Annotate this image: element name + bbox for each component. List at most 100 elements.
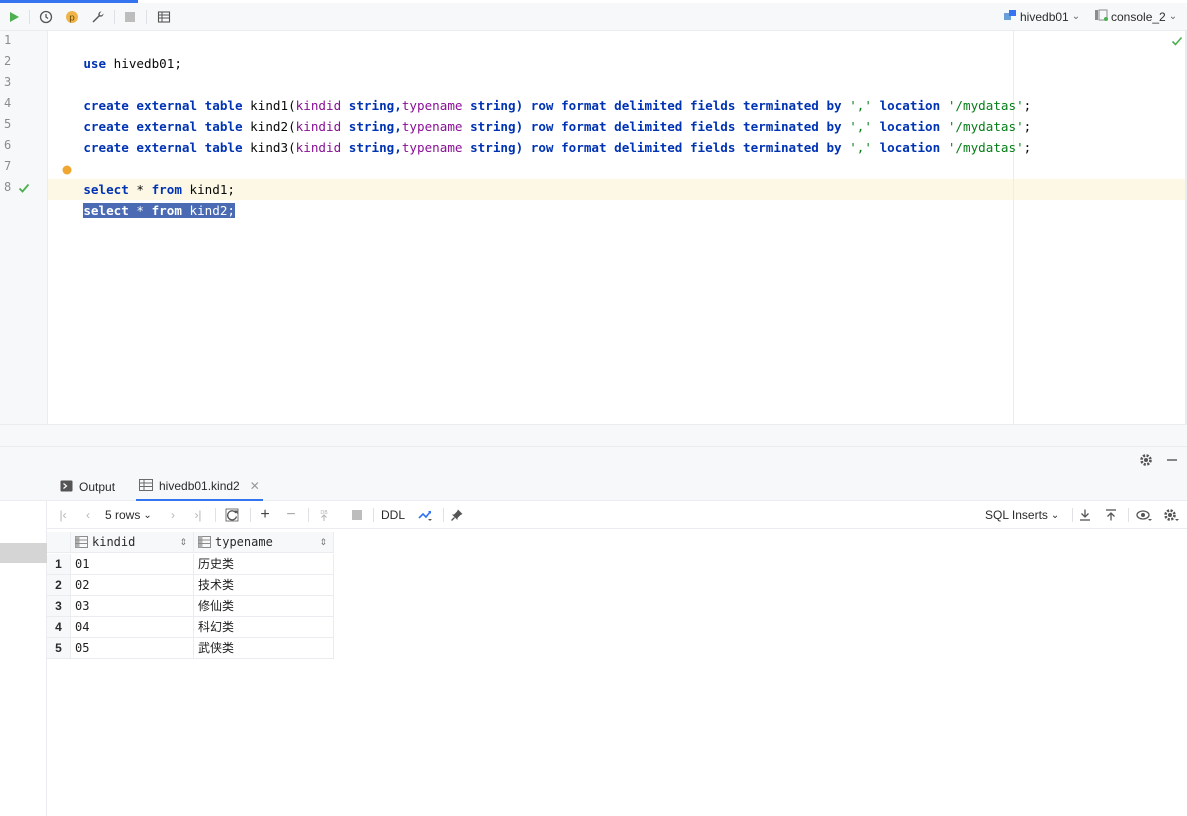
cell-kindid[interactable]: 01 (71, 554, 194, 575)
intention-bulb-icon[interactable] (62, 164, 72, 178)
editor-gutter[interactable]: 1 2 3 4 5 6 7 8 (0, 31, 48, 424)
settings-wrench-icon[interactable] (88, 7, 108, 27)
services-tree-toolbar (0, 473, 47, 501)
session-selector[interactable]: console_2 ⌄ (1094, 9, 1177, 24)
compare-icon[interactable] (415, 506, 435, 524)
row-number[interactable]: 3 (47, 596, 71, 617)
history-icon[interactable] (36, 7, 56, 27)
stop-icon[interactable] (120, 7, 140, 27)
export-format-selector[interactable]: SQL Inserts ⌄ (985, 506, 1059, 524)
string-literal: '/mydatas' (947, 140, 1024, 155)
code-text: ; (1023, 140, 1032, 155)
column-icon (75, 534, 88, 552)
cell-typename[interactable]: 科幻类 (194, 617, 334, 638)
upload-icon[interactable] (1102, 506, 1120, 524)
cell-typename[interactable]: 技术类 (194, 575, 334, 596)
delete-row-icon[interactable]: − (282, 506, 300, 524)
ddl-button[interactable]: DDL (381, 506, 405, 524)
cell-kindid[interactable]: 03 (71, 596, 194, 617)
tree-selected-item[interactable] (0, 543, 47, 563)
prev-page-icon[interactable]: ‹ (80, 506, 96, 524)
tab-result-table[interactable]: hivedb01.kind2 ✕ (136, 473, 263, 501)
run-icon[interactable] (4, 7, 24, 27)
code-line-4: create external table kind2(kindid strin… (53, 95, 1031, 134)
toolbar-separator (1072, 508, 1073, 522)
view-options-icon[interactable] (1134, 506, 1154, 524)
line-number: 7 (4, 159, 12, 173)
line-number: 3 (4, 75, 12, 89)
stop-query-icon[interactable] (348, 506, 366, 524)
row-number[interactable]: 4 (47, 617, 71, 638)
toolbar-separator (308, 508, 309, 522)
column-header-label: kindid (92, 535, 136, 549)
ddl-label: DDL (381, 508, 406, 522)
datasource-selector[interactable]: hivedb01 ⌄ (1003, 9, 1080, 24)
column-header-typename[interactable]: typename ⇕ (194, 532, 334, 553)
column-header-kindid[interactable]: kindid ⇕ (71, 532, 194, 553)
keyword: from (151, 203, 182, 218)
rows-count-selector[interactable]: 5 rows ⌄ (105, 506, 152, 524)
line-number: 1 (4, 33, 12, 47)
first-page-icon[interactable]: |‹ (55, 506, 71, 524)
line-number: 5 (4, 117, 12, 131)
chevron-down-icon: ⌄ (1071, 11, 1081, 22)
submit-changes-icon[interactable]: DB (315, 506, 333, 524)
column-icon (198, 534, 211, 552)
rows-count-label: 5 rows (105, 508, 141, 522)
export-format-label: SQL Inserts (985, 508, 1048, 522)
code-line-1: use hivedb01; (53, 32, 182, 71)
console-icon (1094, 9, 1108, 24)
line-number: 6 (4, 138, 12, 152)
last-page-icon[interactable]: ›| (190, 506, 206, 524)
svg-text:p: p (69, 14, 75, 24)
datasource-label: hivedb01 (1020, 9, 1069, 24)
gear-icon[interactable] (1139, 453, 1153, 470)
add-row-icon[interactable]: + (256, 506, 274, 524)
table-icon (139, 478, 153, 494)
tab-output-label: Output (79, 480, 116, 494)
column-header-label: typename (215, 535, 273, 549)
panel-splitter[interactable] (0, 424, 1187, 446)
row-number[interactable]: 1 (47, 554, 71, 575)
minimize-icon[interactable] (1165, 453, 1179, 470)
refresh-icon[interactable] (223, 506, 241, 524)
sort-icon[interactable]: ⇕ (319, 532, 327, 552)
explain-plan-icon[interactable]: p (62, 7, 82, 27)
cell-typename[interactable]: 武侠类 (194, 638, 334, 659)
string-literal: ',' (849, 140, 872, 155)
toolbar-separator (250, 508, 251, 522)
session-label: console_2 (1111, 9, 1166, 24)
services-tree[interactable] (0, 473, 47, 816)
chevron-down-icon: ⌄ (1050, 509, 1060, 521)
row-number[interactable]: 2 (47, 575, 71, 596)
cell-typename[interactable]: 历史类 (194, 554, 334, 575)
corner-cell[interactable] (47, 532, 71, 553)
code-line-3: create external table kind1(kindid strin… (53, 74, 1031, 113)
row-number[interactable]: 5 (47, 638, 71, 659)
inspection-ok-icon (1171, 35, 1183, 50)
table-view-icon[interactable] (154, 7, 174, 27)
services-header (0, 446, 1187, 473)
toolbar-separator (114, 10, 115, 24)
code-line-5: create external table kind3(kindid strin… (53, 116, 1031, 155)
close-icon[interactable]: ✕ (250, 479, 260, 493)
cell-kindid[interactable]: 05 (71, 638, 194, 659)
gear-icon[interactable] (1161, 506, 1181, 524)
cell-kindid[interactable]: 02 (71, 575, 194, 596)
keyword: use (83, 56, 107, 71)
sql-editor[interactable]: 1 2 3 4 5 6 7 8 use hivedb01; create ext… (0, 31, 1187, 424)
pin-icon[interactable] (448, 506, 466, 524)
tab-output[interactable]: Output (60, 473, 115, 501)
sort-icon[interactable]: ⇕ (179, 532, 187, 552)
selected-text: select * from kind2; (83, 203, 236, 218)
column-ident: kindid (295, 140, 342, 155)
cell-kindid[interactable]: 04 (71, 617, 194, 638)
toolbar-separator (373, 508, 374, 522)
result-tabs: Output hivedb01.kind2 ✕ (47, 473, 1187, 501)
cell-typename[interactable]: 修仙类 (194, 596, 334, 617)
chevron-down-icon: ⌄ (143, 509, 152, 521)
next-page-icon[interactable]: › (165, 506, 181, 524)
download-icon[interactable] (1076, 506, 1094, 524)
